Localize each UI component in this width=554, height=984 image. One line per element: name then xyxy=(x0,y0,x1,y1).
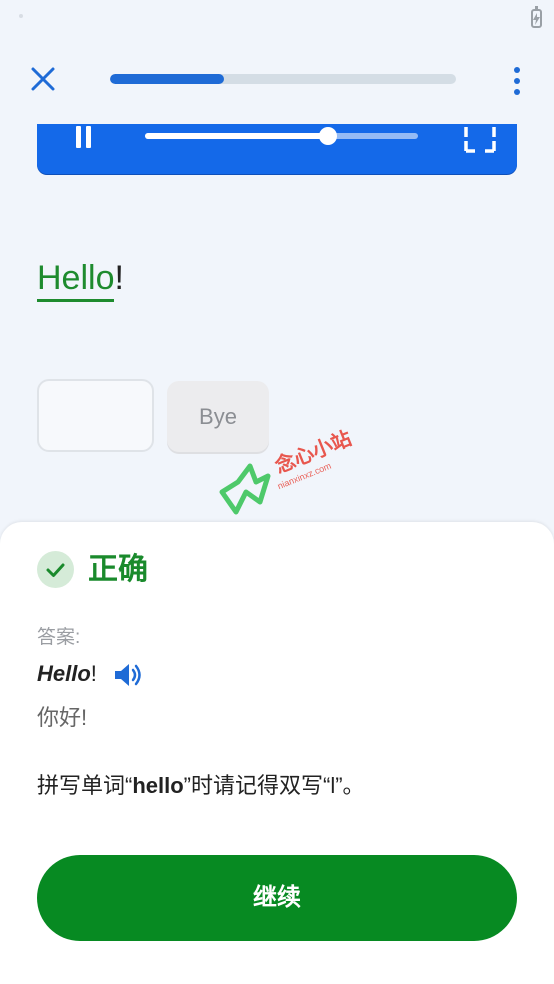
video-seek-bar[interactable] xyxy=(145,127,418,145)
fullscreen-icon xyxy=(464,127,496,153)
status-bar xyxy=(0,0,554,36)
pause-button[interactable] xyxy=(73,124,95,152)
close-button[interactable] xyxy=(26,62,60,96)
close-icon xyxy=(31,67,55,91)
result-status: 正确 xyxy=(88,553,148,586)
check-icon xyxy=(46,563,65,577)
prompt-sentence: Hello! xyxy=(37,256,124,302)
watermark-logo xyxy=(219,463,271,515)
target-word[interactable]: Hello xyxy=(37,259,115,302)
sentence-punctuation: ! xyxy=(114,259,124,297)
video-seek-thumb[interactable] xyxy=(318,127,337,145)
video-player xyxy=(37,124,517,174)
charging-battery-icon xyxy=(531,6,542,28)
more-options-button[interactable] xyxy=(504,64,530,98)
lesson-header xyxy=(0,50,554,110)
spelling-tip: 拼写单词“hello”时请记得双写“l”。 xyxy=(37,768,365,800)
status-dot xyxy=(19,14,23,18)
lesson-progress-fill xyxy=(110,74,225,84)
video-seek-fill xyxy=(145,133,328,139)
play-audio-button[interactable] xyxy=(113,661,145,689)
translation: 你好! xyxy=(37,705,88,730)
correct-badge xyxy=(37,551,74,588)
word-option-chip[interactable]: Bye xyxy=(167,381,269,452)
continue-button[interactable]: 继续 xyxy=(37,855,517,941)
answer-word: Hello xyxy=(37,661,91,686)
lesson-progress-bar xyxy=(110,74,456,84)
speaker-icon xyxy=(115,664,141,687)
tip-prefix: 拼写单词“ xyxy=(37,773,133,798)
pause-icon-bar xyxy=(86,126,91,148)
tip-suffix: ”时请记得双写“l”。 xyxy=(183,773,365,798)
answer-caption: 答案: xyxy=(37,627,81,648)
answer-punctuation: ! xyxy=(90,661,97,686)
feedback-sheet: 正确 答案: Hello! 你好! 拼写单词“hello”时请记得双写“l”。 … xyxy=(0,522,554,984)
fullscreen-button[interactable] xyxy=(463,124,497,154)
answer-line: Hello! xyxy=(37,658,145,690)
pause-icon xyxy=(76,126,81,148)
more-vertical-icon xyxy=(514,67,520,95)
tip-word: hello xyxy=(132,773,184,798)
answer-slot[interactable] xyxy=(37,379,154,452)
